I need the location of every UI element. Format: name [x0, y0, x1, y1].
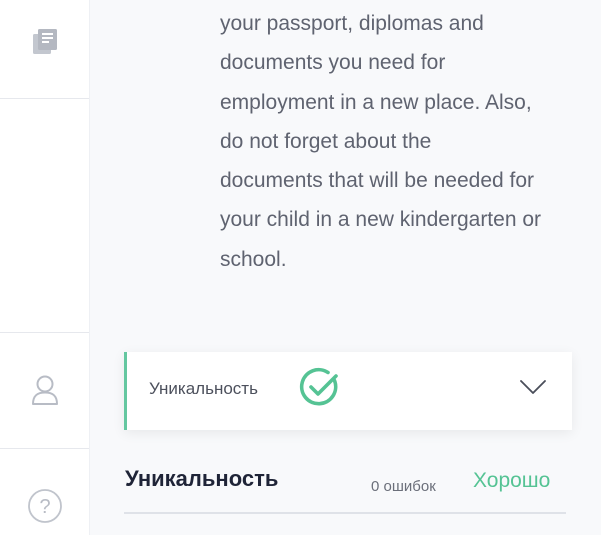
article-line: documents you need for — [220, 51, 446, 75]
user-icon[interactable] — [30, 374, 60, 406]
library-icon[interactable] — [31, 28, 59, 56]
article-line: do not forget about the — [220, 129, 432, 153]
article-line: employment in a new place. Also, — [220, 90, 532, 114]
article-line: your passport, diplomas and — [220, 12, 484, 35]
article-line: your child in a new kindergarten or — [220, 208, 542, 232]
article-line: school. — [220, 247, 287, 271]
help-icon[interactable]: ? — [27, 488, 63, 524]
chevron-down-icon[interactable] — [519, 378, 547, 396]
uniqueness-panel-title: Уникальность — [149, 379, 258, 398]
sidebar-divider — [0, 448, 89, 449]
app-screen: ? your passport, diplomas and documents … — [0, 0, 601, 535]
help-icon-label: ? — [39, 496, 50, 518]
check-circle-icon — [299, 367, 338, 406]
article-line: documents that will be needed for — [220, 169, 535, 193]
status-label: Хорошо — [473, 469, 551, 492]
sidebar: ? — [0, 0, 90, 535]
error-count: 0 ошибок — [371, 478, 436, 495]
summary-divider — [124, 512, 566, 514]
summary-title: Уникальность — [125, 466, 279, 491]
uniqueness-panel[interactable]: Уникальность — [124, 352, 572, 430]
article-text: your passport, diplomas and documents yo… — [220, 4, 590, 279]
sidebar-divider — [0, 332, 89, 333]
sidebar-divider — [0, 98, 89, 99]
